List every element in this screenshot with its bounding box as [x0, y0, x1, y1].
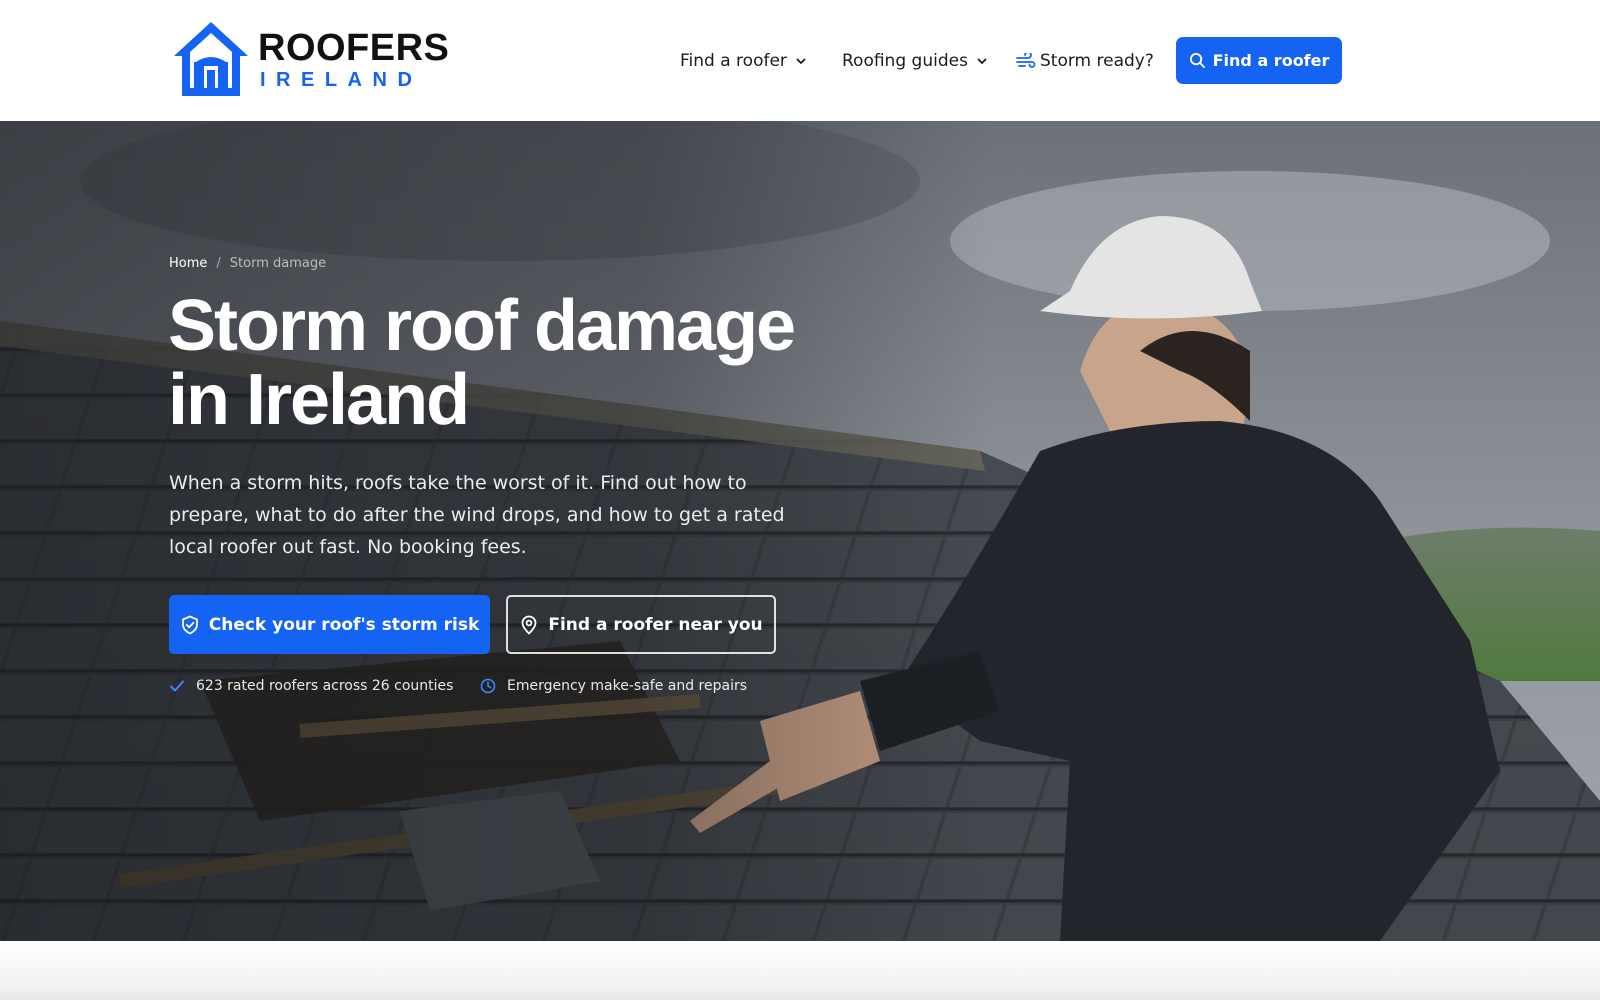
- page-title-line-2: in Ireland: [168, 360, 470, 440]
- hero-section: Home / Storm damage Storm roof damage in…: [0, 121, 1600, 941]
- search-icon: [1189, 52, 1205, 69]
- breadcrumb-home-link[interactable]: Home: [169, 256, 207, 271]
- nav-roofing-guides[interactable]: Roofing guides: [842, 37, 988, 84]
- check-storm-risk-label: Check your roof's storm risk: [208, 614, 480, 635]
- hero-subtitle: When a storm hits, roofs take the worst …: [169, 472, 785, 558]
- page-title: Storm roof damage in Ireland: [168, 289, 928, 437]
- find-roofer-near-you-button[interactable]: Find a roofer near you: [506, 595, 776, 654]
- next-section-edge: [0, 941, 1600, 1000]
- shield-check-icon: [181, 615, 198, 634]
- logo-wordmark-top: ROOFERS: [258, 26, 450, 69]
- page-title-line-1: Storm roof damage: [168, 286, 796, 366]
- wind-icon: [1016, 52, 1036, 68]
- site-logo[interactable]: ROOFERS IRELAND: [170, 16, 450, 102]
- check-icon: [170, 680, 184, 692]
- find-roofer-near-you-label: Find a roofer near you: [548, 614, 763, 635]
- breadcrumb-separator: /: [216, 256, 221, 271]
- emergency-repairs-text: Emergency make-safe and repairs: [507, 678, 748, 694]
- logo-wordmark-bottom: IRELAND: [260, 68, 423, 91]
- rated-roofers-badge: 623 rated roofers across 26 counties: [169, 676, 453, 696]
- map-pin-icon: [521, 615, 537, 634]
- emergency-repairs-badge: Emergency make-safe and repairs: [480, 676, 747, 696]
- breadcrumb-current: Storm damage: [229, 256, 327, 271]
- rated-roofers-text: 623 rated roofers across 26 counties: [196, 678, 454, 694]
- clock-icon: [480, 678, 496, 694]
- nav-storm-ready[interactable]: Storm ready?: [1016, 37, 1154, 84]
- nav-find-a-roofer[interactable]: Find a roofer: [680, 37, 807, 84]
- nav-find-a-roofer-label: Find a roofer: [680, 50, 787, 71]
- nav-roofing-guides-label: Roofing guides: [842, 50, 968, 71]
- header-find-roofer-button[interactable]: Find a roofer: [1176, 37, 1342, 84]
- chevron-down-icon: [796, 58, 806, 64]
- site-header: ROOFERS IRELAND Find a roofer Roofing gu…: [0, 0, 1600, 121]
- house-logo-icon: [174, 22, 248, 96]
- nav-storm-ready-label: Storm ready?: [1040, 50, 1154, 71]
- breadcrumb: Home / Storm damage: [169, 256, 326, 271]
- header-find-roofer-label: Find a roofer: [1212, 51, 1330, 70]
- chevron-down-icon: [977, 58, 987, 64]
- check-storm-risk-button[interactable]: Check your roof's storm risk: [169, 595, 490, 654]
